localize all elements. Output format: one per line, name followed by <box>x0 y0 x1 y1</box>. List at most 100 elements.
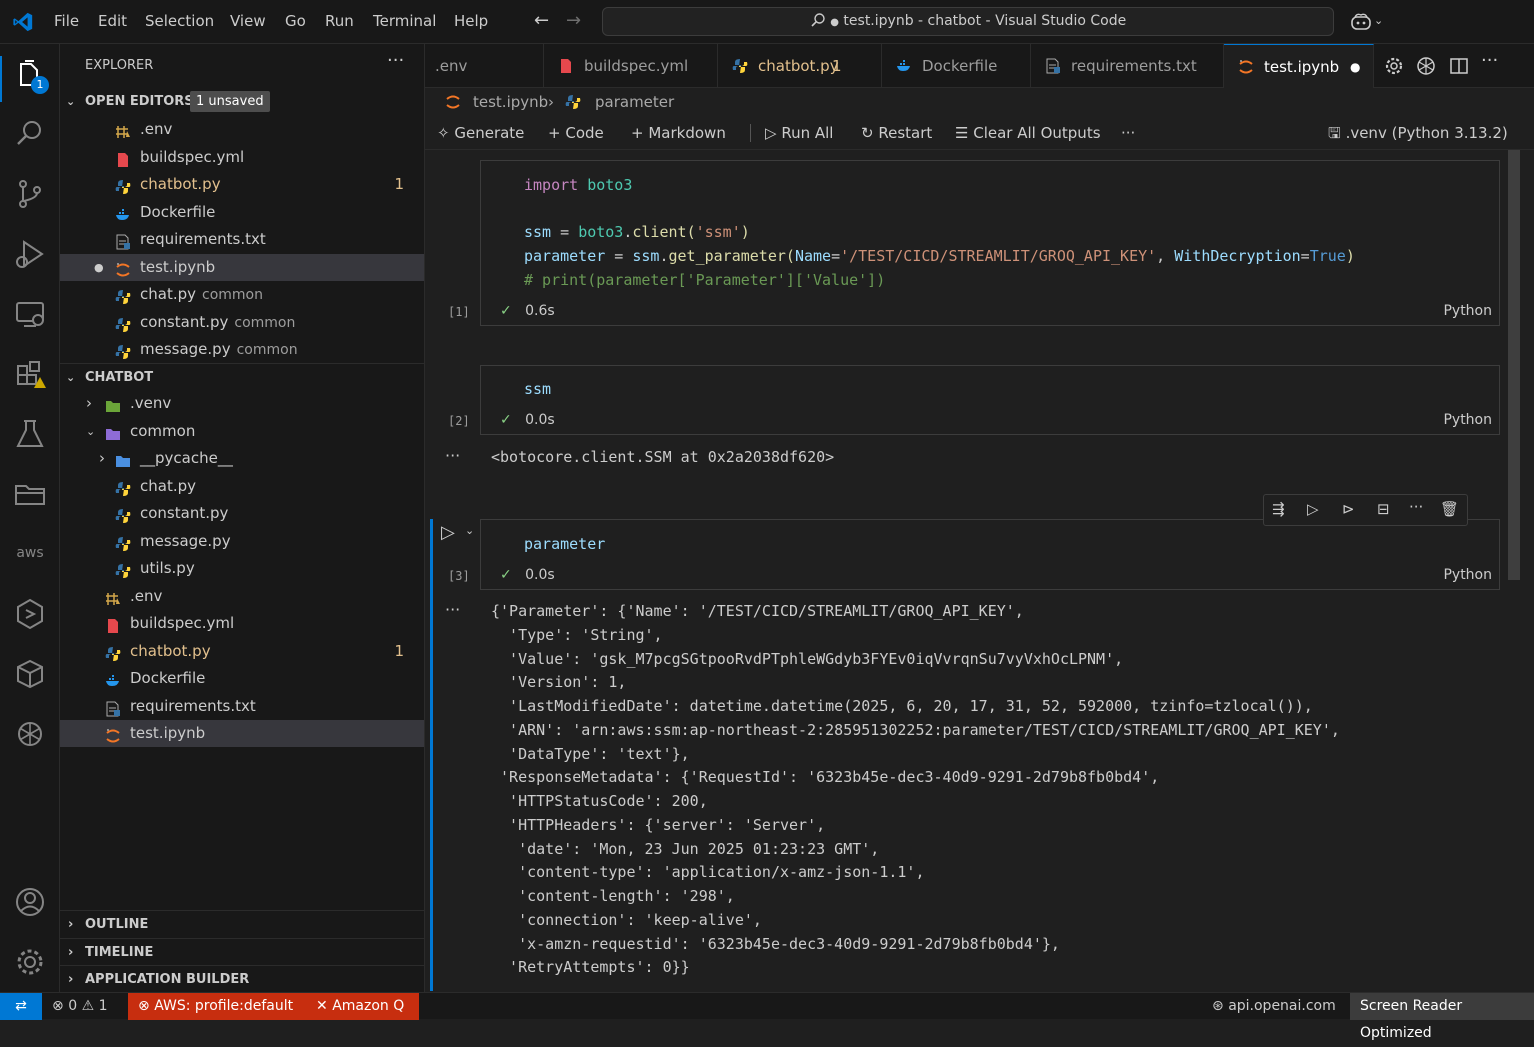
aws-profile[interactable]: ⊗ AWS: profile:default <box>128 993 304 1020</box>
kernel-picker[interactable]: 🖫 .venv (Python 3.13.2) <box>1328 116 1508 150</box>
file-item[interactable]: chat.py <box>60 473 424 500</box>
open-editor-item[interactable]: chatbot.py 1 <box>60 171 424 198</box>
run-all-button[interactable]: ▷ Run All <box>765 116 833 150</box>
add-code-button[interactable]: + Code <box>548 116 604 150</box>
open-editor-item[interactable]: .env <box>60 116 424 143</box>
open-editor-item[interactable]: ● test.ipynb <box>60 253 424 281</box>
delete-cell-icon[interactable]: 🗑 <box>1440 500 1459 518</box>
open-editor-item[interactable]: chat.py common <box>60 281 424 308</box>
menu-go[interactable]: Go <box>285 12 306 30</box>
open-editor-item[interactable]: message.py common <box>60 336 424 363</box>
file-item[interactable]: buildspec.yml <box>60 610 424 637</box>
file-item[interactable]: requirements.txt <box>60 693 424 720</box>
scrollbar-thumb[interactable] <box>1508 150 1520 580</box>
cell-language[interactable]: Python <box>1443 412 1492 428</box>
remote-indicator[interactable]: ⇄ <box>0 993 42 1020</box>
app-builder-icon[interactable] <box>12 596 48 632</box>
open-editor-item[interactable]: buildspec.yml <box>60 144 424 171</box>
generate-button[interactable]: ✧ Generate <box>437 116 524 150</box>
dirty-dot-icon[interactable]: ● <box>1350 45 1360 89</box>
folder-item[interactable]: ⌄ common <box>60 418 424 445</box>
cell-3-source[interactable]: parameter <box>524 533 605 557</box>
outline-header[interactable]: › OUTLINE <box>60 910 424 937</box>
file-item[interactable]: utils.py <box>60 555 424 582</box>
breadcrumb-symbol[interactable]: parameter <box>595 88 674 116</box>
code-cell-2[interactable] <box>480 365 1500 435</box>
chevron-down-icon[interactable]: ⌄ <box>1374 14 1383 27</box>
clear-outputs-button[interactable]: ☰ Clear All Outputs <box>955 116 1101 150</box>
problems-indicator[interactable]: ⊗ 0 ⚠ 1 <box>52 993 108 1020</box>
breadcrumb-file[interactable]: test.ipynb <box>473 88 548 116</box>
container-icon[interactable] <box>12 656 48 692</box>
split-editor-icon[interactable] <box>1449 56 1469 76</box>
timeline-header[interactable]: › TIMELINE <box>60 938 424 965</box>
remote-explorer-icon[interactable] <box>12 296 48 332</box>
testing-icon[interactable] <box>12 416 48 452</box>
cell-1-source[interactable]: import boto3 ssm = boto3.client('ssm') p… <box>524 174 1355 293</box>
openai-icon[interactable] <box>12 716 48 752</box>
menu-help[interactable]: Help <box>454 12 488 30</box>
execute-above-icon[interactable]: ⇶ <box>1272 500 1285 518</box>
folder-item[interactable]: › .venv <box>60 390 424 417</box>
menu-selection[interactable]: Selection <box>145 12 214 30</box>
file-item[interactable]: constant.py <box>60 500 424 527</box>
search-icon[interactable] <box>12 116 48 152</box>
menu-terminal[interactable]: Terminal <box>373 12 436 30</box>
more-actions-icon[interactable]: ··· <box>1481 50 1498 71</box>
restart-button[interactable]: ↻ Restart <box>861 116 932 150</box>
tab-env[interactable]: .env <box>425 44 544 88</box>
menu-run[interactable]: Run <box>325 12 354 30</box>
execute-after-icon[interactable]: ⊳ <box>1342 500 1355 518</box>
openai-status[interactable]: ⊛ api.openai.com <box>1212 993 1336 1020</box>
gear-icon[interactable] <box>12 944 48 980</box>
file-item[interactable]: .env <box>60 583 424 610</box>
file-item[interactable]: Dockerfile <box>60 665 424 692</box>
forward-arrow-icon[interactable]: → <box>566 10 581 31</box>
extensions-icon[interactable] <box>12 356 48 392</box>
chevron-down-icon[interactable]: ⌄ <box>465 524 474 537</box>
aws-icon[interactable]: aws <box>12 536 48 572</box>
tab-dockerfile[interactable]: Dockerfile <box>882 44 1031 88</box>
run-debug-icon[interactable] <box>12 236 48 272</box>
tab-requirements[interactable]: requirements.txt <box>1031 44 1224 88</box>
file-item[interactable]: message.py <box>60 528 424 555</box>
back-arrow-icon[interactable]: ← <box>534 10 549 31</box>
output-more-icon[interactable]: ··· <box>445 446 460 465</box>
output-more-icon[interactable]: ··· <box>445 600 460 619</box>
code-cell-3[interactable] <box>480 519 1500 590</box>
open-editor-item[interactable]: Dockerfile <box>60 199 424 226</box>
folder-header[interactable]: ⌄ CHATBOT <box>60 363 424 390</box>
tab-buildspec[interactable]: buildspec.yml <box>544 44 718 88</box>
source-control-icon[interactable] <box>12 176 48 212</box>
more-actions-icon[interactable]: ··· <box>387 50 404 71</box>
more-actions-icon[interactable]: ··· <box>1121 116 1135 150</box>
command-center[interactable]: ● test.ipynb - chatbot - Visual Studio C… <box>602 7 1334 36</box>
gear-icon[interactable] <box>1384 56 1404 76</box>
open-editor-item[interactable]: requirements.txt <box>60 226 424 253</box>
file-item[interactable]: test.ipynb <box>60 720 424 747</box>
cell-language[interactable]: Python <box>1443 567 1492 583</box>
explorer-icon[interactable]: 1 <box>12 58 49 94</box>
open-editor-item[interactable]: constant.py common <box>60 309 424 336</box>
more-actions-icon[interactable]: ··· <box>1409 498 1423 516</box>
cell-2-source[interactable]: ssm <box>524 378 551 402</box>
execute-below-icon[interactable]: ▷ <box>1307 500 1319 518</box>
file-item[interactable]: chatbot.py 1 <box>60 638 424 665</box>
tab-test-ipynb[interactable]: test.ipynb ● <box>1224 44 1374 88</box>
account-icon[interactable] <box>12 884 48 920</box>
menu-view[interactable]: View <box>230 12 266 30</box>
screen-reader-mode[interactable]: Screen Reader Optimized <box>1350 993 1534 1041</box>
menu-file[interactable]: File <box>54 12 79 30</box>
folder-icon[interactable] <box>12 476 48 512</box>
add-markdown-button[interactable]: + Markdown <box>631 116 726 150</box>
menu-edit[interactable]: Edit <box>98 12 127 30</box>
copilot-icon[interactable] <box>1350 12 1372 32</box>
tab-chatbot[interactable]: chatbot.py 1 <box>718 44 882 88</box>
split-cell-icon[interactable]: ⊟ <box>1377 500 1390 518</box>
amazon-q[interactable]: ✕ Amazon Q <box>304 993 419 1020</box>
run-cell-icon[interactable]: ▷ <box>441 522 455 543</box>
app-builder-header[interactable]: › APPLICATION BUILDER <box>60 965 424 992</box>
folder-item[interactable]: › __pycache__ <box>60 445 424 472</box>
dirty-dot-icon[interactable]: ● <box>94 254 104 281</box>
openai-icon[interactable] <box>1416 56 1436 76</box>
